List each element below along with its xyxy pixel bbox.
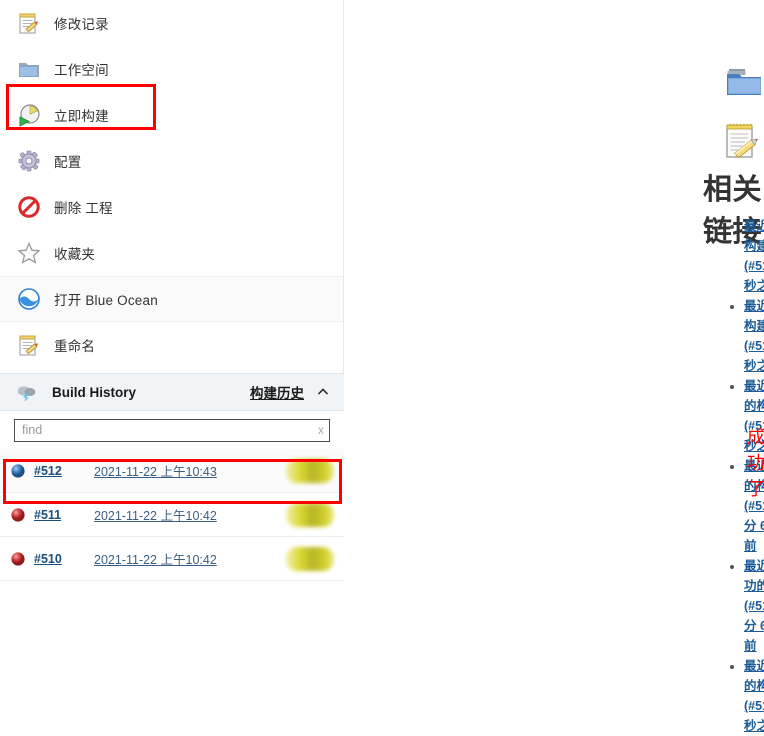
build-number-link[interactable]: #510 xyxy=(34,552,94,566)
sidebar-item-label: 收藏夹 xyxy=(54,247,96,262)
clear-search-icon[interactable]: x xyxy=(318,422,324,438)
sidebar-item-label: 打开 Blue Ocean xyxy=(54,293,158,308)
build-history-find-row: x xyxy=(0,411,344,449)
sidebar-item-label: 立即构建 xyxy=(54,109,109,124)
gear-icon xyxy=(17,149,41,173)
notepad-pencil-icon xyxy=(722,120,764,165)
sidebar-item-rename[interactable]: 重命名 xyxy=(0,322,343,368)
table-row[interactable]: #511 2021-11-22 上午10:42 xyxy=(0,493,344,537)
build-date-link[interactable]: 2021-11-22 上午10:42 xyxy=(94,505,217,524)
sidebar-item-build-now[interactable]: 立即构建 xyxy=(0,92,343,138)
sidebar-item-configure[interactable]: 配置 xyxy=(0,138,343,184)
folder-icon xyxy=(726,66,764,101)
related-link[interactable]: 最近完成的构建(#512),12 秒之前 xyxy=(744,659,764,733)
main-content: 工作区 xyxy=(344,0,764,733)
build-history-panel: Build History 构建历史 x xyxy=(0,373,344,581)
build-list: #512 2021-11-22 上午10:43 #511 2021-11-22 … xyxy=(0,449,344,581)
build-now-icon xyxy=(17,103,41,127)
folder-icon xyxy=(17,57,41,81)
list-item[interactable]: 最近稳定构建(#512),12 秒之前 xyxy=(744,296,764,376)
list-item[interactable]: 最近未成功的构建(#511),1 分 6 秒之前 xyxy=(744,556,764,656)
search-input[interactable] xyxy=(14,418,330,442)
sidebar-item-open-blue-ocean[interactable]: 打开 Blue Ocean xyxy=(0,276,343,322)
build-date-link[interactable]: 2021-11-22 上午10:43 xyxy=(94,461,217,480)
redacted-console-icon xyxy=(286,459,334,483)
build-history-header[interactable]: Build History 构建历史 xyxy=(0,373,344,411)
redacted-console-icon xyxy=(286,503,334,527)
status-ball-red-icon xyxy=(10,507,26,523)
notepad-pencil-icon xyxy=(17,333,41,357)
sidebar-item-label: 配置 xyxy=(54,155,82,170)
weather-cloud-icon xyxy=(16,383,38,402)
build-history-cn-link[interactable]: 构建历史 xyxy=(250,382,304,402)
chevron-up-icon[interactable] xyxy=(316,385,330,399)
sidebar: 修改记录 工作空间 立即构建 配置 删除 工程 收藏夹 打开 Blue Ocea… xyxy=(0,0,363,581)
sidebar-task-list: 修改记录 工作空间 立即构建 配置 删除 工程 收藏夹 打开 Blue Ocea… xyxy=(0,0,343,368)
build-date-link[interactable]: 2021-11-22 上午10:42 xyxy=(94,549,217,568)
related-link[interactable]: 最近稳定构建(#512),12 秒之前 xyxy=(744,299,764,373)
status-ball-red-icon xyxy=(10,551,26,567)
related-link[interactable]: 最近未成功的构建(#511),1 分 6 秒之前 xyxy=(744,559,764,653)
build-history-title: Build History xyxy=(52,384,137,400)
sidebar-item-workspace[interactable]: 工作空间 xyxy=(0,46,343,92)
notepad-pencil-icon xyxy=(17,11,41,35)
build-number-link[interactable]: #512 xyxy=(34,464,94,478)
latest-changes-link-row[interactable]: 最新修改记录 xyxy=(722,120,764,165)
table-row[interactable]: #512 2021-11-22 上午10:43 xyxy=(0,449,344,493)
sidebar-item-label: 重命名 xyxy=(54,339,96,354)
status-ball-blue-icon xyxy=(10,463,26,479)
list-item[interactable]: 最近完成的构建(#512),12 秒之前 xyxy=(744,656,764,736)
find-wrap: x xyxy=(14,418,330,442)
sidebar-item-changes[interactable]: 修改记录 xyxy=(0,0,343,46)
star-icon xyxy=(17,241,41,265)
sidebar-item-favorites[interactable]: 收藏夹 xyxy=(0,230,343,276)
sidebar-item-label: 工作空间 xyxy=(54,63,109,78)
table-row[interactable]: #510 2021-11-22 上午10:42 xyxy=(0,537,344,581)
jenkins-job-page: 修改记录 工作空间 立即构建 配置 删除 工程 收藏夹 打开 Blue Ocea… xyxy=(0,0,764,733)
sidebar-item-delete-project[interactable]: 删除 工程 xyxy=(0,184,343,230)
workspace-link-row[interactable]: 工作区 xyxy=(726,66,764,101)
success-annotation-text: 成功了 xyxy=(747,427,764,499)
blue-ocean-icon xyxy=(17,287,41,311)
sidebar-item-label: 修改记录 xyxy=(54,17,109,32)
related-link[interactable]: 最近一次构建(#512),12 秒之前 xyxy=(744,219,764,293)
sidebar-item-label: 删除 工程 xyxy=(54,201,113,216)
delete-icon xyxy=(17,195,41,219)
redacted-console-icon xyxy=(286,547,334,571)
build-number-link[interactable]: #511 xyxy=(34,508,94,522)
list-item[interactable]: 最近一次构建(#512),12 秒之前 xyxy=(744,216,764,296)
